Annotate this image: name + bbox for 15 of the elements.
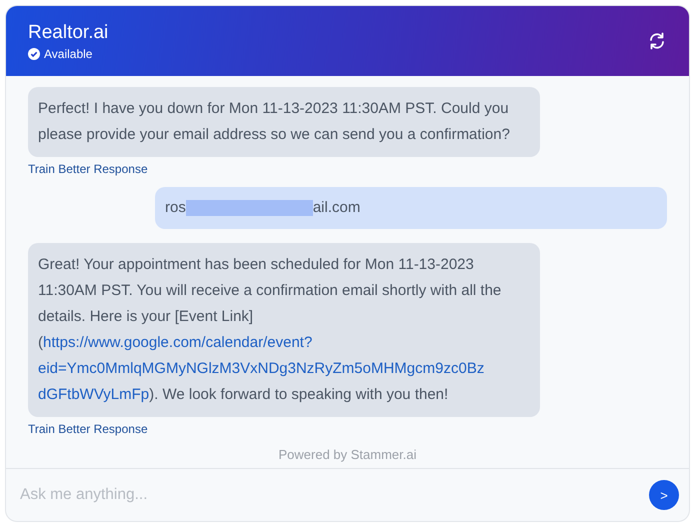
message-text: ros <box>165 198 186 218</box>
train-response-link[interactable]: Train Better Response <box>28 422 148 436</box>
status-label: Available <box>44 46 92 60</box>
event-link[interactable]: eid=Ymc0MmlqMGMyNGlzM3VxNDg3NzRyZm5oMHMgcm9zc0Bz <box>38 360 484 377</box>
event-link[interactable]: dGFtbWVyLmFp <box>38 386 150 403</box>
train-response-link[interactable]: Train Better Response <box>28 162 148 176</box>
refresh-icon[interactable] <box>647 31 667 51</box>
message-input[interactable]: Ask me anything... <box>18 485 639 505</box>
bot-message: Perfect! I have you down for Mon 11-13-2023 11:30AM PST. Could you please provide your email address so we can send you a confirmation? <box>28 87 540 157</box>
chat-title: Realtor.ai <box>28 22 108 44</box>
event-link[interactable]: https://www.google.com/calendar/event? <box>43 334 312 351</box>
send-button[interactable]: > <box>649 480 679 510</box>
message-text: ail.com <box>312 198 360 218</box>
bot-message: Great! Your appointment has been scheduled for Mon 11-13-2023 11:30AM PST. You will receive a confirmation email shortly with all the details. Here is your [Event Link] (https://www.google.com/calendar/event? eid=Ymc0MmlqMGMyNGlzM3VxNDg3NzRyZm5oMHMgcm9zc0Bz dGFtbWVyLmFp). We look forward to speaking with you then! <box>28 243 540 417</box>
powered-by-label: Powered by Stammer.ai <box>278 447 416 462</box>
